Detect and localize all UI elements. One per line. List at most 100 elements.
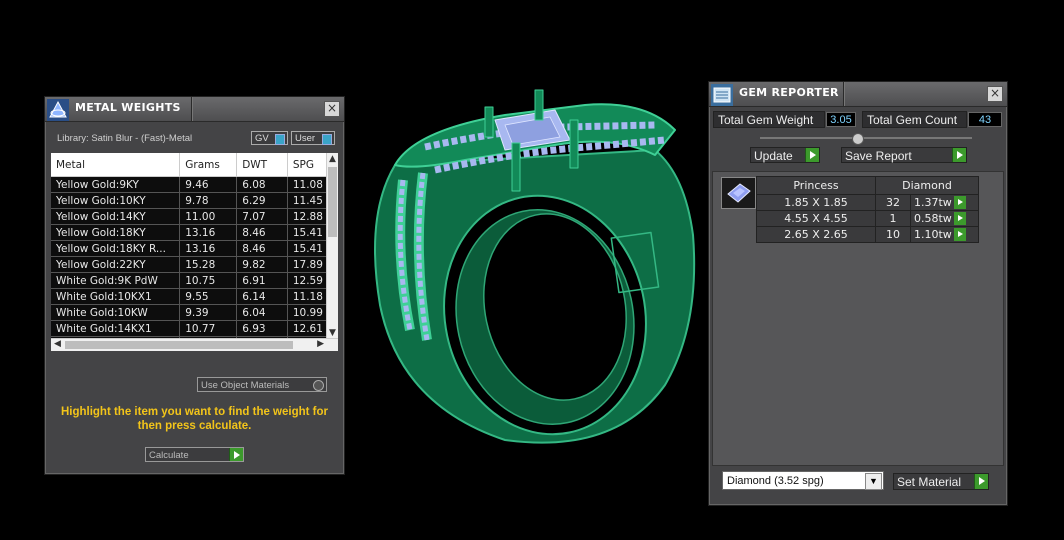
gem-row[interactable]: 4.55 X 4.55 1 0.58tw [756, 210, 979, 227]
close-icon[interactable]: × [324, 101, 340, 117]
metal-cell: White Gold:10KW [51, 304, 181, 321]
set-material-button[interactable]: Set Material [893, 473, 989, 490]
user-toggle[interactable]: User [291, 131, 335, 145]
dwt-cell: 6.14 [236, 288, 288, 305]
table-row[interactable]: Yellow Gold:14KY 11.00 7.07 12.88 [51, 208, 338, 225]
table-row[interactable]: White Gold:9K PdW 10.75 6.91 12.59 [51, 272, 338, 289]
metal-table[interactable]: Metal Grams DWT SPG Yellow Gold:9KY 9.46 6… [51, 153, 338, 351]
prong-front-left [511, 142, 521, 192]
table-row[interactable]: Yellow Gold:22KY 15.28 9.82 17.89 [51, 256, 338, 273]
slider-track[interactable] [760, 137, 972, 139]
scroll-right-icon[interactable]: ▶ [317, 339, 324, 349]
grams-cell: 9.55 [179, 288, 238, 305]
play-arrow-icon[interactable] [952, 148, 966, 162]
table-row[interactable]: White Gold:10KW 9.39 6.04 10.99 [51, 304, 338, 321]
table-row[interactable]: Yellow Gold:18KY 13.16 8.46 15.41 [51, 224, 338, 241]
grams-cell: 11.00 [179, 208, 238, 225]
col-header-dwt[interactable]: DWT [236, 153, 288, 177]
grams-cell: 9.39 [179, 304, 238, 321]
ring-3d-model[interactable] [355, 85, 705, 455]
update-button[interactable]: Update [750, 147, 820, 163]
grams-cell: 10.75 [179, 272, 238, 289]
play-arrow-icon[interactable] [805, 148, 819, 162]
table-row[interactable]: Yellow Gold:9KY 9.46 6.08 11.08 [51, 176, 338, 193]
gem-count-cell: 10 [875, 226, 911, 243]
gem-weight-value: 1.37tw [914, 195, 952, 209]
use-object-materials-radio[interactable] [313, 380, 324, 391]
use-object-materials-checkbox[interactable]: Use Object Materials [197, 377, 327, 392]
grams-cell: 9.46 [179, 176, 238, 193]
dwt-cell: 6.04 [236, 304, 288, 321]
dwt-cell: 7.07 [236, 208, 288, 225]
vertical-scroll-thumb[interactable] [328, 167, 337, 237]
gem-row[interactable]: 2.65 X 2.65 10 1.10tw [756, 226, 979, 243]
metal-cell: Yellow Gold:9KY [51, 176, 181, 193]
gem-row[interactable]: 1.85 X 1.85 32 1.37tw [756, 194, 979, 211]
close-icon[interactable]: × [987, 86, 1003, 102]
prong-front-right [569, 119, 579, 169]
save-report-button[interactable]: Save Report [841, 147, 967, 163]
table-row[interactable]: White Gold:10KX1 9.55 6.14 11.18 [51, 288, 338, 305]
update-label: Update [754, 149, 793, 163]
play-arrow-icon[interactable] [229, 448, 243, 461]
grams-cell: 10.77 [179, 320, 238, 337]
metal-weights-titlebar[interactable]: METAL WEIGHTS × [45, 97, 344, 122]
gem-weight-cell: 0.58tw [910, 210, 979, 227]
play-arrow-icon[interactable] [953, 212, 966, 226]
chevron-down-icon[interactable]: ▼ [865, 473, 882, 490]
library-label: Library: Satin Blur - (Fast)-Metal [57, 133, 193, 144]
dwt-cell: 9.82 [236, 256, 288, 273]
metal-cell: White Gold:10KX1 [51, 288, 181, 305]
grams-cell: 9.78 [179, 192, 238, 209]
gem-reporter-title: GEM REPORTER [739, 86, 839, 99]
material-select-value: Diamond (3.52 spg) [727, 475, 824, 487]
gem-size-cell: 4.55 X 4.55 [756, 210, 876, 227]
dwt-cell: 6.91 [236, 272, 288, 289]
use-object-materials-label: Use Object Materials [201, 380, 290, 391]
metal-cell: White Gold:14KX1 [51, 320, 181, 337]
prong-back-right [534, 89, 544, 121]
horizontal-scroll-thumb[interactable] [65, 341, 293, 349]
grams-cell: 13.16 [179, 240, 238, 257]
gv-toggle[interactable]: GV [251, 131, 288, 145]
table-row[interactable]: White Gold:14KX1 10.77 6.93 12.61 [51, 320, 338, 337]
calculate-button[interactable]: Calculate [145, 447, 244, 462]
table-row[interactable]: Yellow Gold:18KY R... 13.16 8.46 15.41 [51, 240, 338, 257]
scroll-down-icon[interactable]: ▼ [329, 328, 336, 338]
col-header-metal[interactable]: Metal [51, 153, 181, 177]
slider-handle[interactable] [852, 133, 864, 145]
horizontal-scrollbar[interactable]: ◀ ▶ [51, 338, 338, 351]
gem-reporter-app-icon [711, 84, 733, 106]
total-gem-count-label: Total Gem Count [862, 111, 967, 128]
play-arrow-icon[interactable] [974, 474, 988, 489]
scroll-up-icon[interactable]: ▲ [329, 154, 336, 164]
gem-reporter-panel: GEM REPORTER × Total Gem Weight 3.05 Tot… [708, 81, 1008, 506]
instruction-text: Highlight the item you want to find the … [60, 406, 329, 432]
dwt-cell: 8.46 [236, 240, 288, 257]
col-header-grams[interactable]: Grams [179, 153, 238, 177]
gem-weight-cell: 1.37tw [910, 194, 979, 211]
gem-reporter-titlebar[interactable]: GEM REPORTER × [709, 82, 1007, 107]
dwt-cell: 8.46 [236, 224, 288, 241]
dwt-cell: 6.08 [236, 176, 288, 193]
gem-count-cell: 32 [875, 194, 911, 211]
princess-gem-icon [727, 183, 751, 203]
dwt-cell: 6.93 [236, 320, 288, 337]
gem-list-area: Princess Diamond 1.85 X 1.85 32 1.37tw 4.55… [712, 171, 1004, 466]
play-arrow-icon[interactable] [953, 196, 966, 210]
table-row[interactable]: Yellow Gold:10KY 9.78 6.29 11.45 [51, 192, 338, 209]
gem-thumbnail[interactable] [721, 177, 756, 209]
set-material-label: Set Material [897, 475, 962, 489]
total-gem-weight-value: 3.05 [826, 112, 856, 127]
prong-back-left [484, 106, 494, 138]
scroll-left-icon[interactable]: ◀ [54, 339, 61, 349]
play-arrow-icon[interactable] [953, 228, 966, 242]
gem-weight-value: 0.58tw [914, 211, 952, 225]
material-select[interactable]: Diamond (3.52 spg) ▼ [722, 471, 884, 490]
metal-weights-app-icon [47, 99, 69, 121]
vertical-scrollbar[interactable]: ▲ ▼ [326, 153, 338, 339]
gem-size-cell: 1.85 X 1.85 [756, 194, 876, 211]
gem-count-cell: 1 [875, 210, 911, 227]
total-gem-weight-label: Total Gem Weight [713, 111, 825, 128]
shape-header: Princess [756, 176, 876, 195]
